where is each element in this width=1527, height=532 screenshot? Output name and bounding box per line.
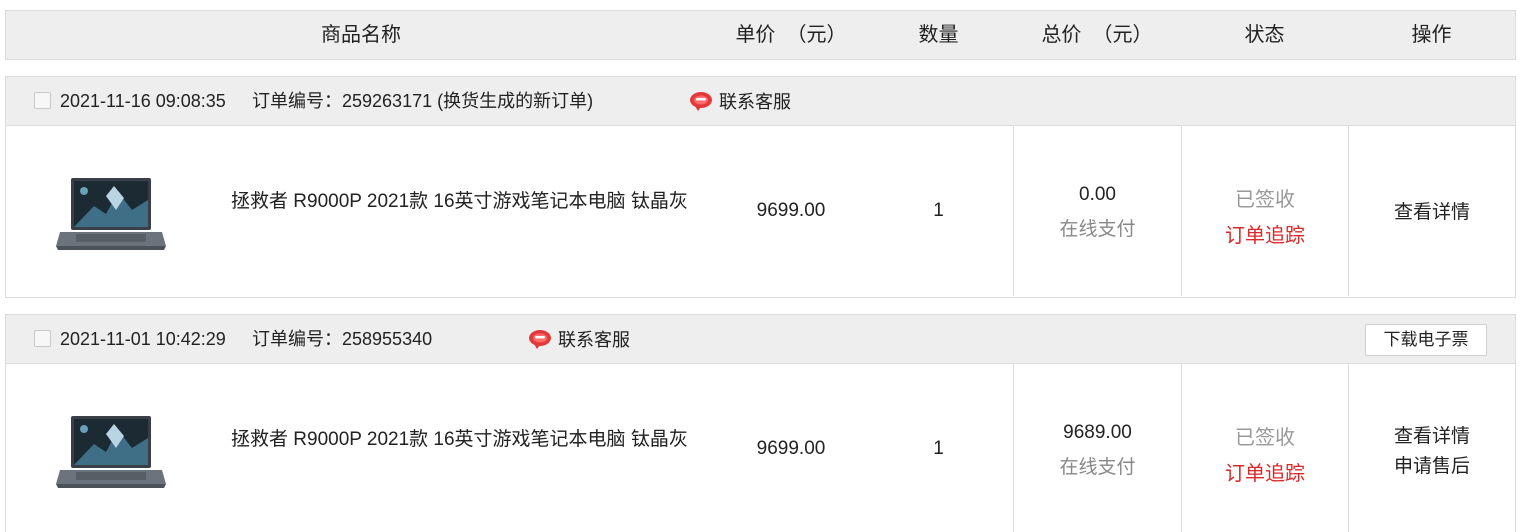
order-tracking-link[interactable]: 订单追踪	[1182, 219, 1348, 248]
customer-service-icon	[529, 330, 551, 349]
product-cell: 拯救者 R9000P 2021款 16英寸游戏笔记本电脑 钛晶灰 9699.00…	[6, 364, 1013, 532]
laptop-product-image[interactable]	[54, 176, 168, 254]
contact-service-link[interactable]: 联系客服	[528, 315, 630, 363]
order-status: 已签收	[1235, 427, 1295, 449]
order-header: 2021-11-01 10:42:29 订单编号：258955340 联系客服 …	[5, 314, 1516, 364]
column-header-quantity: 数量	[918, 24, 959, 46]
product-name-link[interactable]: 拯救者 R9000P 2021款 16英寸游戏笔记本电脑 钛晶灰	[231, 188, 696, 215]
order-number-text: 订单编号：259263171	[252, 91, 433, 111]
order-select-checkbox[interactable]	[34, 330, 51, 347]
order-date: 2021-11-01 10:42:29	[60, 329, 226, 349]
contact-service-label: 联系客服	[719, 92, 791, 112]
order-header: 2021-11-16 09:08:35 订单编号：259263171 (换货生成…	[5, 76, 1516, 126]
column-header-product: 商品名称	[321, 24, 401, 46]
order-number: 订单编号：259263171 (换货生成的新订单)	[252, 77, 593, 125]
total-amount: 0.00	[1079, 184, 1116, 205]
payment-method: 在线支付	[1059, 219, 1136, 240]
view-details-link[interactable]: 查看详情	[1349, 198, 1515, 228]
status-cell: 已签收 订单追踪	[1181, 364, 1348, 532]
quantity: 1	[933, 200, 944, 221]
unit-price: 9699.00	[756, 438, 826, 459]
payment-method: 在线支付	[1059, 457, 1136, 478]
column-header-total: 总价 （元）	[1041, 24, 1153, 46]
quantity: 1	[933, 438, 944, 459]
contact-service-link[interactable]: 联系客服	[689, 77, 791, 125]
customer-service-icon	[690, 92, 712, 111]
order-item-row: 拯救者 R9000P 2021款 16英寸游戏笔记本电脑 钛晶灰 9699.00…	[5, 126, 1516, 298]
status-cell: 已签收 订单追踪	[1181, 126, 1348, 296]
order-number: 订单编号：258955340	[252, 315, 432, 363]
column-header-unit-price: 单价 （元）	[735, 24, 847, 46]
total-amount: 9689.00	[1063, 422, 1132, 443]
view-details-link[interactable]: 查看详情	[1349, 422, 1515, 452]
after-sales-link[interactable]: 申请售后	[1349, 452, 1515, 482]
action-cell: 查看详情	[1348, 126, 1515, 296]
column-header-action: 操作	[1411, 24, 1452, 46]
product-cell: 拯救者 R9000P 2021款 16英寸游戏笔记本电脑 钛晶灰 9699.00…	[6, 126, 1013, 296]
column-header-status: 状态	[1244, 24, 1285, 46]
laptop-product-image[interactable]	[54, 414, 168, 492]
total-cell: 9689.00 在线支付	[1013, 364, 1181, 532]
order-tracking-link[interactable]: 订单追踪	[1182, 457, 1348, 486]
order-note: (换货生成的新订单)	[437, 91, 594, 111]
order-item-row: 拯救者 R9000P 2021款 16英寸游戏笔记本电脑 钛晶灰 9699.00…	[5, 364, 1516, 532]
order-date: 2021-11-16 09:08:35	[60, 91, 226, 111]
order-select-checkbox[interactable]	[34, 92, 51, 109]
download-invoice-button[interactable]: 下载电子票	[1365, 324, 1487, 356]
total-cell: 0.00 在线支付	[1013, 126, 1181, 296]
unit-price: 9699.00	[756, 200, 826, 221]
action-cell: 查看详情 申请售后	[1348, 364, 1515, 532]
order-status: 已签收	[1235, 189, 1295, 211]
contact-service-label: 联系客服	[558, 330, 630, 350]
order-table-header: 商品名称 单价 （元） 数量 总价 （元） 状态 操作	[5, 10, 1516, 60]
product-name-link[interactable]: 拯救者 R9000P 2021款 16英寸游戏笔记本电脑 钛晶灰	[231, 426, 696, 453]
order-number-text: 订单编号：258955340	[252, 329, 433, 349]
